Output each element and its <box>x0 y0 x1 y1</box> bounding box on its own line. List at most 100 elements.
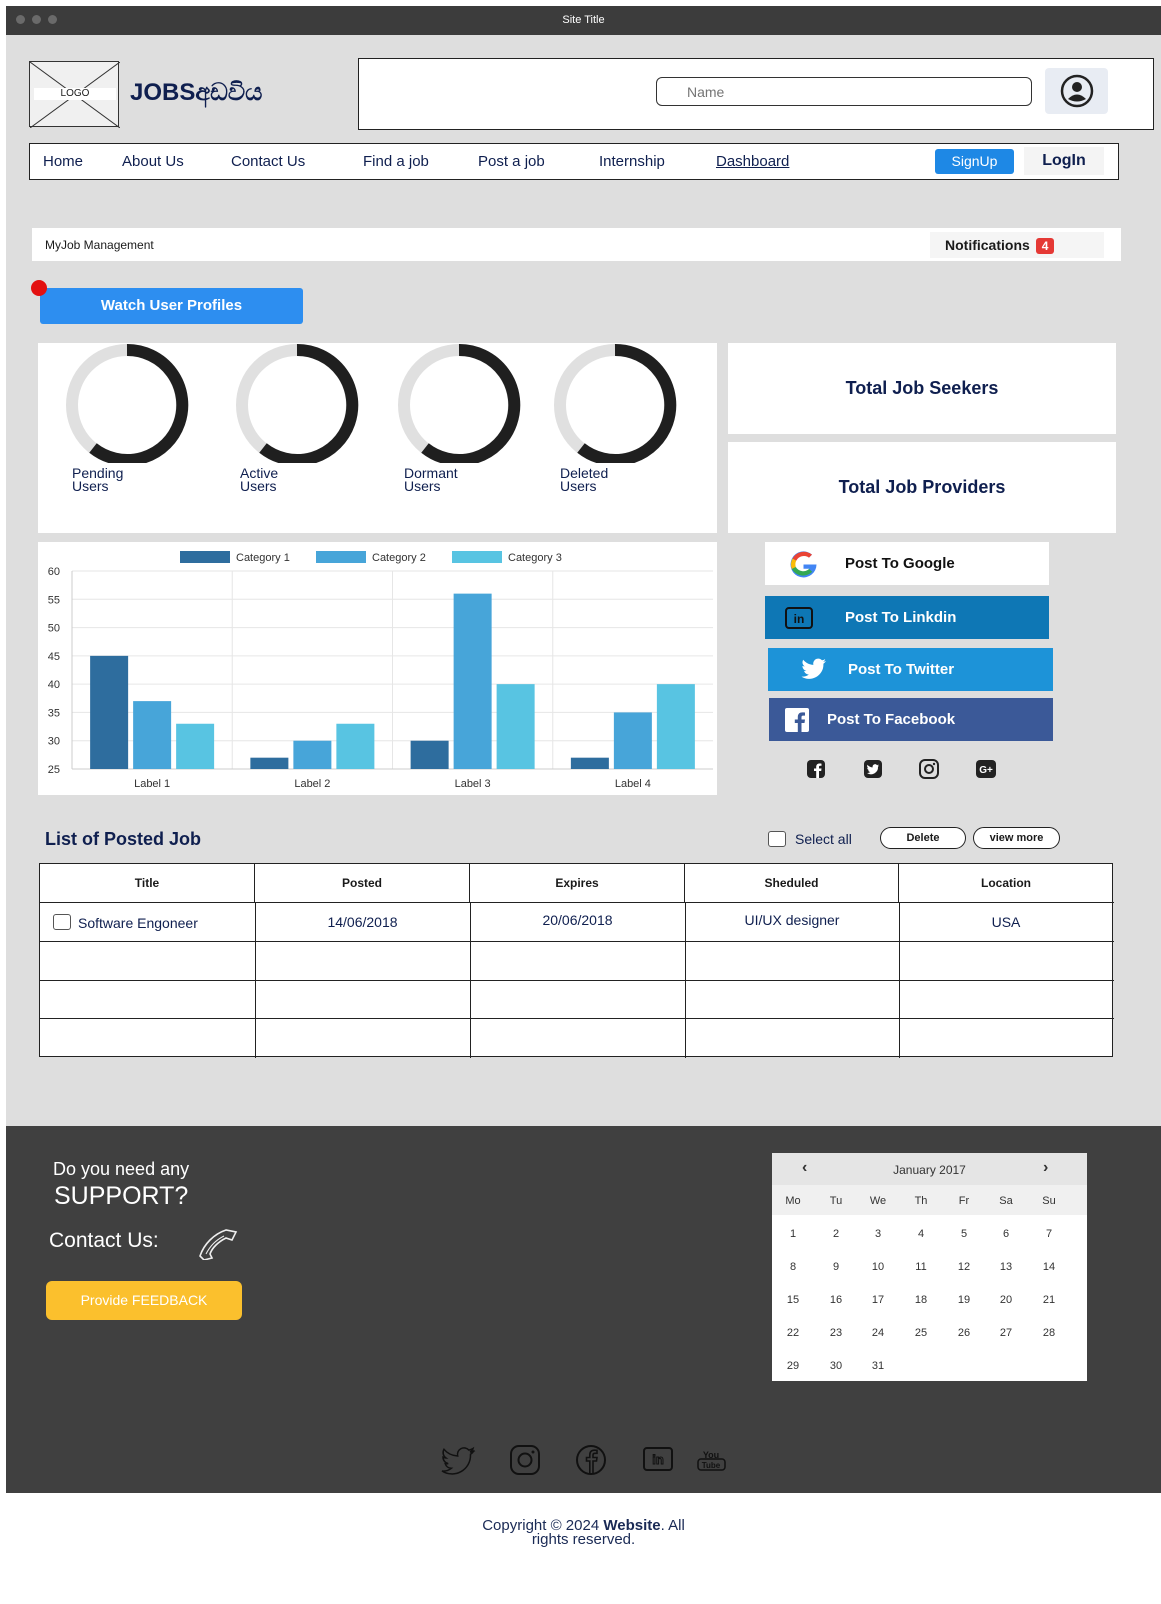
y-tick-label: 55 <box>48 594 60 606</box>
google-plus-small-icon[interactable]: G+ <box>975 759 997 779</box>
nav-post-a-job[interactable]: Post a job <box>478 153 545 170</box>
calendar-day[interactable]: 26 <box>944 1327 984 1339</box>
total-job-providers-card[interactable]: Total Job Providers <box>728 442 1116 533</box>
facebook-small-icon[interactable] <box>806 759 826 779</box>
browser-window: Site Title LOGO JOBSඅඩවිය Home About Us … <box>6 6 1161 1604</box>
calendar-day[interactable]: 11 <box>901 1261 941 1273</box>
title-bar: Site Title <box>6 6 1161 35</box>
nav-find-a-job[interactable]: Find a job <box>363 153 429 170</box>
view-more-button[interactable]: view more <box>973 827 1060 849</box>
brand-name: JOBSඅඩවිය <box>130 79 263 106</box>
nav-internship[interactable]: Internship <box>599 153 665 170</box>
bar <box>336 723 375 769</box>
post-to-google-button[interactable]: Post To Google <box>765 542 1049 585</box>
y-tick-label: 50 <box>48 623 60 635</box>
calendar-day[interactable]: 16 <box>816 1294 856 1306</box>
post-to-linkedin-button[interactable]: in Post To Linkdin <box>765 596 1049 639</box>
x-tick-label: Label 2 <box>294 778 330 790</box>
notifications-badge: 4 <box>1035 238 1055 254</box>
nav-about-us[interactable]: About Us <box>122 153 184 170</box>
nav-contact-us[interactable]: Contact Us <box>231 153 305 170</box>
calendar-day[interactable]: 13 <box>986 1261 1026 1273</box>
calendar-day[interactable]: 12 <box>944 1261 984 1273</box>
calendar-day[interactable]: 29 <box>773 1360 813 1372</box>
calendar-day[interactable]: 4 <box>901 1228 941 1240</box>
bar <box>453 593 492 769</box>
bar <box>250 757 289 769</box>
facebook-icon <box>785 708 809 732</box>
pending-users-label: Pending Users <box>72 465 124 494</box>
post-to-twitter-button[interactable]: Post To Twitter <box>768 648 1053 691</box>
calendar-day[interactable]: 21 <box>1029 1294 1069 1306</box>
nav-home[interactable]: Home <box>43 153 83 170</box>
calendar-day[interactable]: 18 <box>901 1294 941 1306</box>
calendar-header: ‹ January 2017 › <box>772 1153 1087 1185</box>
row-checkbox[interactable] <box>53 914 71 930</box>
calendar-day[interactable]: 23 <box>816 1327 856 1339</box>
weekday-label: Tu <box>829 1195 843 1207</box>
y-tick-label: 30 <box>48 736 60 748</box>
calendar-day[interactable]: 15 <box>773 1294 813 1306</box>
login-button[interactable]: LogIn <box>1024 147 1104 175</box>
calendar-day[interactable]: 28 <box>1029 1327 1069 1339</box>
logo[interactable]: LOGO <box>29 61 120 128</box>
calendar-day[interactable]: 1 <box>773 1228 813 1240</box>
calendar-weekdays: Mo Tu We Th Fr Sa Su <box>772 1185 1087 1215</box>
calendar-day[interactable]: 20 <box>986 1294 1026 1306</box>
calendar-day[interactable]: 25 <box>901 1327 941 1339</box>
calendar-day[interactable]: 14 <box>1029 1261 1069 1273</box>
post-to-google-label: Post To Google <box>845 555 955 572</box>
dormant-users-label: Dormant Users <box>404 465 458 494</box>
job-list-title: List of Posted Job <box>45 829 202 849</box>
calendar-day[interactable]: 17 <box>858 1294 898 1306</box>
linkedin-icon: in <box>785 607 813 629</box>
weekday-label: We <box>869 1195 887 1207</box>
footer-youtube-icon: You Tube <box>697 1450 726 1471</box>
next-month-icon[interactable]: › <box>1043 1159 1048 1177</box>
watch-user-profiles-button[interactable]: Watch User Profiles <box>40 288 303 324</box>
select-all-checkbox[interactable] <box>768 831 786 847</box>
total-job-seekers-card[interactable]: Total Job Seekers <box>728 343 1116 434</box>
twitter-icon <box>801 658 826 679</box>
pending-users-ring <box>66 343 189 463</box>
calendar-day[interactable]: 30 <box>816 1360 856 1372</box>
calendar-day[interactable]: 8 <box>773 1261 813 1273</box>
calendar-day[interactable]: 27 <box>986 1327 1026 1339</box>
calendar-day[interactable]: 9 <box>816 1261 856 1273</box>
window-title: Site Title <box>562 14 605 26</box>
calendar-day[interactable]: 24 <box>858 1327 898 1339</box>
active-users-ring <box>236 343 359 463</box>
location-cell: USA <box>991 914 1021 930</box>
support-line-2: SUPPORT? <box>54 1182 189 1210</box>
signup-button[interactable]: SignUp <box>935 149 1014 174</box>
calendar-day[interactable]: 3 <box>858 1228 898 1240</box>
calendar-day[interactable]: 10 <box>858 1261 898 1273</box>
y-tick-label: 45 <box>48 651 60 663</box>
calendar-day[interactable]: 2 <box>816 1228 856 1240</box>
post-to-facebook-label: Post To Facebook <box>827 711 956 728</box>
notifications-button[interactable]: Notifications 4 <box>930 232 1104 258</box>
google-icon <box>790 551 817 578</box>
calendar-day[interactable]: 22 <box>773 1327 813 1339</box>
twitter-small-icon[interactable] <box>863 759 883 779</box>
instagram-small-icon[interactable] <box>918 758 940 780</box>
calendar-day[interactable]: 19 <box>944 1294 984 1306</box>
footer-linkedin-icon: in <box>643 1447 673 1471</box>
calendar-day[interactable]: 5 <box>944 1228 984 1240</box>
profile-button[interactable] <box>1045 68 1108 114</box>
delete-button[interactable]: Delete <box>880 827 966 849</box>
calendar-day[interactable]: 31 <box>858 1360 898 1372</box>
post-to-facebook-button[interactable]: Post To Facebook <box>769 698 1053 741</box>
nav-dashboard[interactable]: Dashboard <box>716 153 789 170</box>
alert-dot <box>31 280 47 296</box>
provide-feedback-button[interactable]: Provide FEEDBACK <box>46 1281 242 1320</box>
x-tick-label: Label 3 <box>455 778 491 790</box>
weekday-label: Fr <box>958 1195 970 1207</box>
bar <box>293 740 332 769</box>
weekday-label: Th <box>914 1195 928 1207</box>
calendar-day[interactable]: 7 <box>1029 1228 1069 1240</box>
name-search-input[interactable] <box>656 77 1032 106</box>
calendar-day[interactable]: 6 <box>986 1228 1026 1240</box>
bar-chart-panel: 25 30 35 40 45 50 55 60 Label 1 Label 2 Label 3 Lab… <box>38 542 717 795</box>
table-row[interactable]: Software Engoneer 14/06/2018 20/06/2018 … <box>40 903 1114 941</box>
